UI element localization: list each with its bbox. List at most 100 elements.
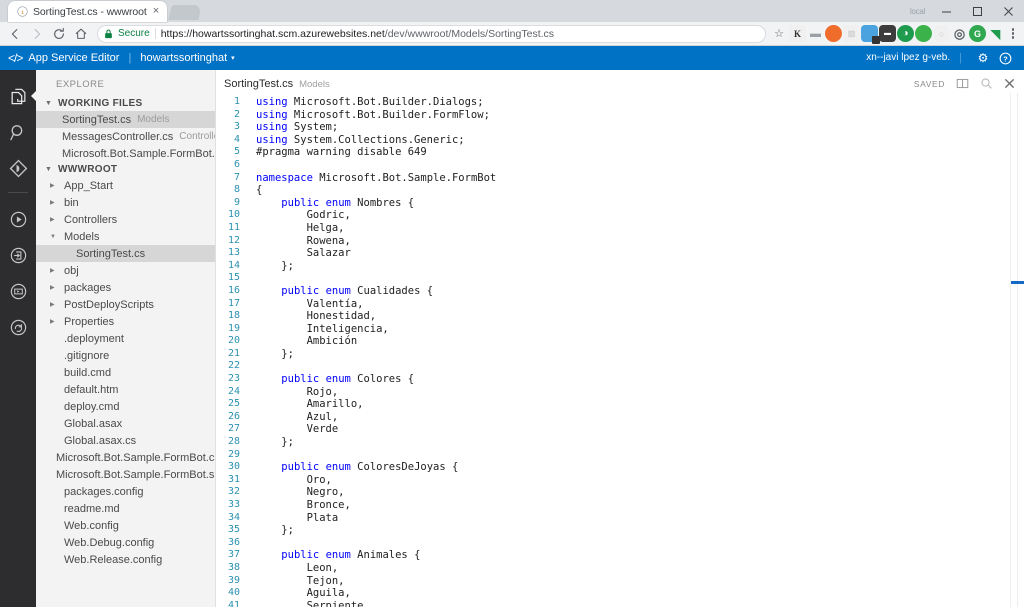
- open-site-icon[interactable]: [0, 237, 36, 273]
- cast-extension-icon[interactable]: ◥: [987, 25, 1004, 42]
- chevron-right-icon[interactable]: ▶: [50, 199, 58, 206]
- speech-bubble-extension-icon[interactable]: ▬: [807, 25, 824, 42]
- bookmark-star-icon[interactable]: ☆: [771, 27, 787, 40]
- tree-file-item[interactable]: .gitignore: [36, 347, 215, 364]
- run-icon[interactable]: [0, 201, 36, 237]
- header-divider: |: [128, 52, 132, 64]
- app-service-editor-title: App Service Editor: [28, 52, 120, 64]
- console-icon[interactable]: [0, 273, 36, 309]
- wwwroot-file-tree: ▶ App_Start ▶ bin ▶ Controllers ▼ Models Sorting…: [36, 177, 215, 568]
- tree-file-item[interactable]: deploy.cmd: [36, 398, 215, 415]
- tree-file-item[interactable]: Web.Debug.config: [36, 534, 215, 551]
- maximize-icon[interactable]: [962, 0, 993, 22]
- green-dot-extension-icon[interactable]: [915, 25, 932, 42]
- ghost-extension-icon[interactable]: [861, 25, 880, 44]
- tree-file-item[interactable]: default.htm: [36, 381, 215, 398]
- tree-folder-item[interactable]: ▶ PostDeployScripts: [36, 296, 215, 313]
- gear-icon[interactable]: ⚙: [972, 51, 994, 65]
- working-files-section-header[interactable]: ▼ WORKING FILES: [36, 96, 215, 111]
- green-ring-extension-icon[interactable]: ◑: [897, 25, 914, 42]
- tree-item-label: default.htm: [64, 383, 119, 396]
- chevron-right-icon[interactable]: ▶: [50, 267, 58, 274]
- line-number: 5: [233, 146, 240, 158]
- source-control-icon[interactable]: [0, 150, 36, 186]
- code-line: Aguila,: [256, 587, 351, 600]
- tree-folder-item[interactable]: ▶ Controllers: [36, 211, 215, 228]
- restart-icon[interactable]: [0, 309, 36, 345]
- forward-icon[interactable]: [26, 23, 48, 45]
- tree-file-item[interactable]: .deployment: [36, 330, 215, 347]
- working-file-item[interactable]: SortingTest.cs Models: [36, 111, 215, 128]
- tree-file-item[interactable]: Global.asax.cs: [36, 432, 215, 449]
- working-file-item[interactable]: MessagesController.cs Controllers: [36, 128, 215, 145]
- spiral-extension-icon[interactable]: ◎: [951, 25, 968, 42]
- reload-icon[interactable]: [48, 23, 70, 45]
- working-file-item[interactable]: Microsoft.Bot.Sample.FormBot.cspr...: [36, 145, 215, 162]
- tree-file-item[interactable]: build.cmd: [36, 364, 215, 381]
- line-number: 12: [227, 234, 240, 246]
- secure-label: Secure: [118, 28, 150, 39]
- help-icon[interactable]: ?: [994, 51, 1016, 65]
- tree-folder-item[interactable]: ▶ bin: [36, 194, 215, 211]
- tree-file-item[interactable]: SortingTest.cs: [36, 245, 215, 262]
- chevron-right-icon[interactable]: ▶: [50, 182, 58, 189]
- tree-file-item[interactable]: Web.Release.config: [36, 551, 215, 568]
- close-tab-icon[interactable]: ×: [152, 6, 160, 17]
- extensions-row: K ▬ ▥ ▬ ◑ ○ ◎ G ◥: [787, 25, 1004, 44]
- tree-folder-item[interactable]: ▶ packages: [36, 279, 215, 296]
- grammarly-extension-icon[interactable]: G: [969, 25, 986, 42]
- home-icon[interactable]: [70, 23, 92, 45]
- tree-file-item[interactable]: Microsoft.Bot.Sample.FormBot.csproj: [36, 449, 215, 466]
- browser-tab-active[interactable]: i SortingTest.cs - wwwroot ×: [8, 1, 168, 22]
- tree-folder-item[interactable]: ▶ Properties: [36, 313, 215, 330]
- search-icon[interactable]: [0, 114, 36, 150]
- header-right-divider: |: [959, 51, 962, 64]
- chevron-right-icon[interactable]: ▶: [50, 216, 58, 223]
- address-bar[interactable]: Secure https://howartssortinghat.scm.azu…: [97, 24, 767, 43]
- editor-tab-sortingtest[interactable]: SortingTest.cs Models: [224, 78, 330, 90]
- kindle-extension-icon[interactable]: K: [789, 25, 806, 42]
- chevron-right-icon[interactable]: ▶: [50, 318, 58, 325]
- tree-file-item[interactable]: Global.asax: [36, 415, 215, 432]
- code-scroll-region[interactable]: 1 2 3 4 5 6 7 8 9 10 11 12 13 14 15 16 17 18 19 20 21 22 23 24 2…: [216, 93, 1010, 607]
- tree-file-item[interactable]: Web.config: [36, 517, 215, 534]
- code-line: Bronce,: [256, 499, 351, 511]
- tab-strip: i SortingTest.cs - wwwroot ×: [0, 0, 202, 22]
- chevron-right-icon[interactable]: ▶: [50, 301, 58, 308]
- split-editor-icon[interactable]: [956, 77, 969, 90]
- tree-folder-item[interactable]: ▼ Models: [36, 228, 215, 245]
- chevron-down-icon[interactable]: ▾: [231, 54, 235, 62]
- app-service-editor-logo: </>: [8, 51, 23, 65]
- code-line: };: [256, 347, 294, 360]
- wwwroot-section-header[interactable]: ▼ WWWROOT: [36, 162, 215, 177]
- code-content[interactable]: using Microsoft.Bot.Builder.Dialogs; usin…: [246, 93, 1010, 607]
- chevron-down-icon[interactable]: ▼: [50, 234, 58, 240]
- chevron-down-icon: ▼: [45, 100, 53, 107]
- editor-vertical-scrollbar[interactable]: [1010, 93, 1024, 607]
- grey-extension-icon[interactable]: ○: [933, 25, 950, 42]
- line-number: 18: [227, 310, 240, 322]
- explore-files-icon[interactable]: [0, 78, 37, 114]
- url-text: https://howartssortinghat.scm.azurewebsi…: [161, 28, 554, 40]
- new-tab-button[interactable]: [168, 5, 202, 20]
- tree-item-label: Web.config: [64, 519, 119, 532]
- back-icon[interactable]: [4, 23, 26, 45]
- site-name-label[interactable]: howartssortinghat: [140, 52, 227, 64]
- chart-extension-icon[interactable]: ▥: [843, 25, 860, 42]
- chrome-menu-icon[interactable]: [1004, 28, 1020, 39]
- code-area[interactable]: 1 2 3 4 5 6 7 8 9 10 11 12 13 14 15 16 17 18 19 20 21 22 23 24 2…: [216, 93, 1024, 607]
- tree-file-item[interactable]: packages.config: [36, 483, 215, 500]
- orange-circle-extension-icon[interactable]: [825, 25, 842, 42]
- close-editor-icon[interactable]: [1004, 78, 1015, 89]
- mask-extension-icon[interactable]: ▬: [879, 25, 896, 42]
- user-account-label[interactable]: xn--javi lpez g-veb.: [866, 52, 959, 63]
- preview-icon[interactable]: [980, 77, 993, 90]
- tree-item-label: SortingTest.cs: [76, 247, 146, 260]
- chevron-right-icon[interactable]: ▶: [50, 284, 58, 291]
- tree-folder-item[interactable]: ▶ App_Start: [36, 177, 215, 194]
- minimize-icon[interactable]: [931, 0, 962, 22]
- tree-file-item[interactable]: readme.md: [36, 500, 215, 517]
- tree-folder-item[interactable]: ▶ obj: [36, 262, 215, 279]
- tree-file-item[interactable]: Microsoft.Bot.Sample.FormBot.sln: [36, 466, 215, 483]
- close-window-icon[interactable]: [993, 0, 1024, 22]
